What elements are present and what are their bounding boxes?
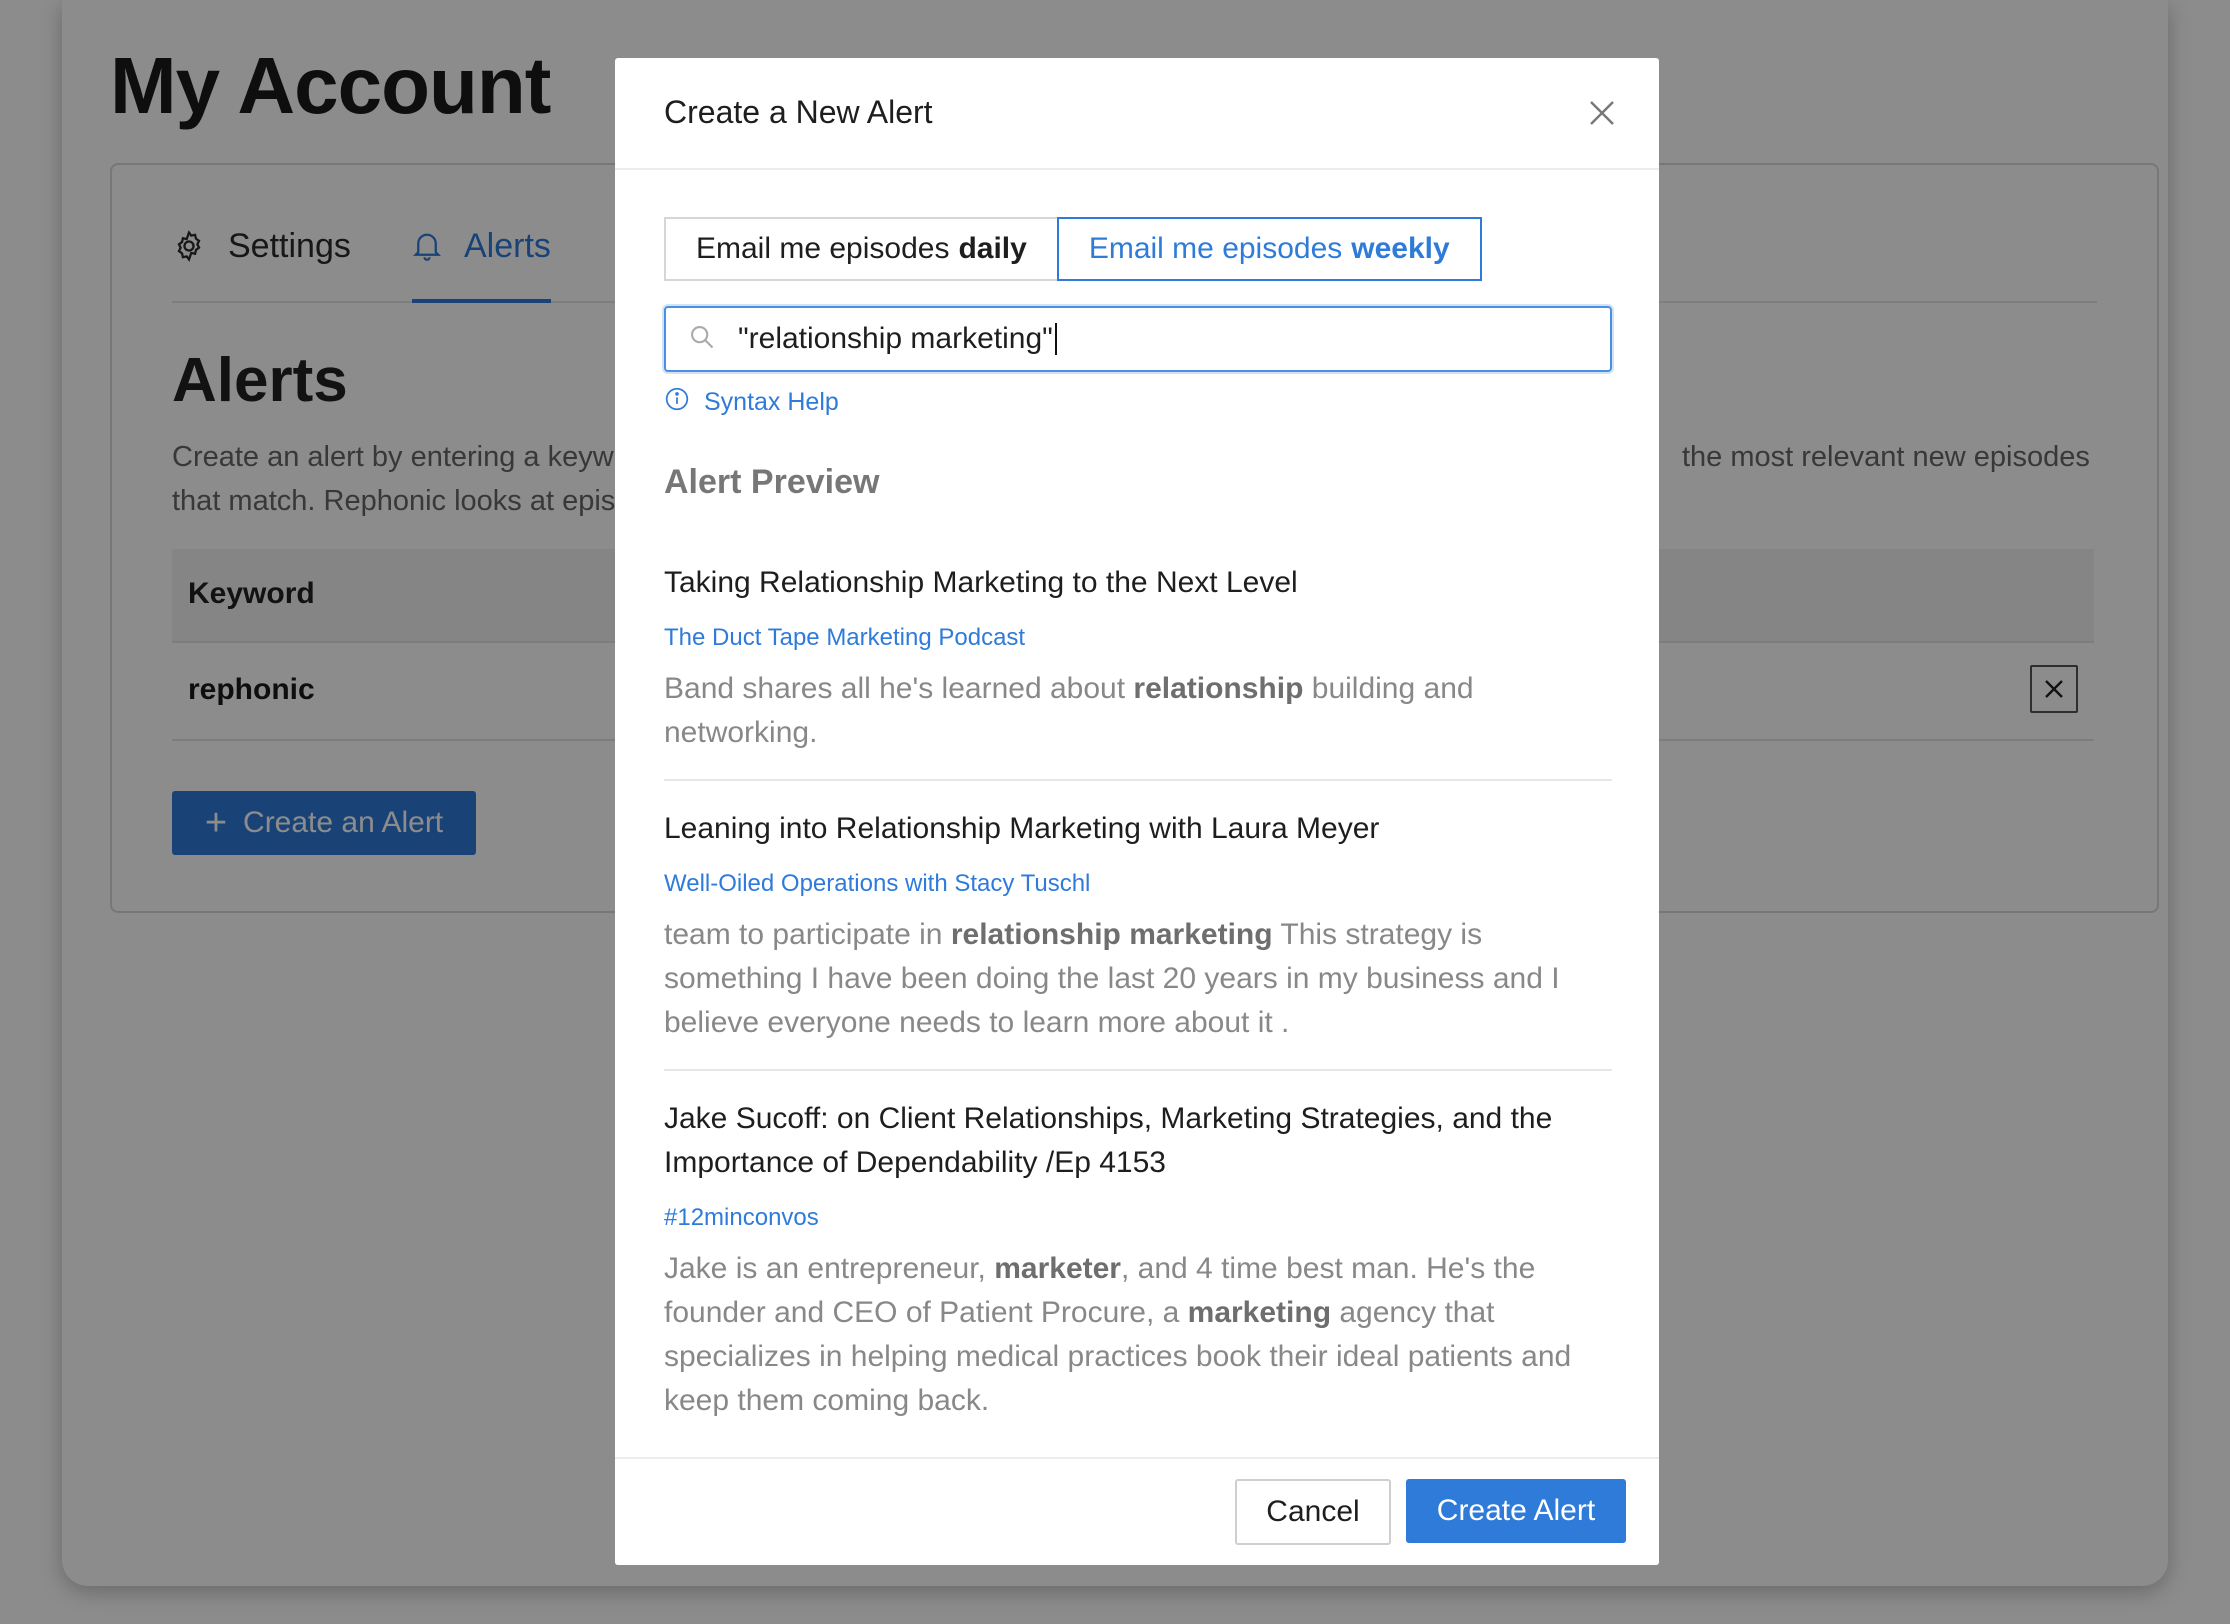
alerts-description-right: the most relevant new episodes <box>1682 441 2090 473</box>
episode-snippet: Jake is an entrepreneur, marketer, and 4… <box>664 1247 1612 1423</box>
snippet-highlight: marketer <box>994 1252 1121 1285</box>
daily-prefix: Email me episodes <box>696 232 950 265</box>
text-caret <box>1054 323 1057 355</box>
episode-snippet: team to participate in relationship mark… <box>664 913 1612 1045</box>
alerts-heading: Alerts <box>172 346 348 415</box>
delete-keyword-button[interactable] <box>2030 665 2078 713</box>
list-item[interactable]: Leaning into Relationship Marketing with… <box>664 807 1612 1071</box>
syntax-help-label: Syntax Help <box>704 388 839 416</box>
keyword-value: rephonic <box>188 673 315 706</box>
snippet-highlight: relationship <box>1133 672 1304 705</box>
modal-footer: Cancel Create Alert <box>615 1457 1659 1565</box>
create-alert-button[interactable]: Create Alert <box>1406 1479 1626 1543</box>
search-icon <box>688 323 716 356</box>
podcast-link[interactable]: Well-Oiled Operations with Stacy Tuschl <box>664 869 1612 899</box>
modal-header: Create a New Alert <box>615 58 1659 170</box>
page-title: My Account <box>110 41 551 130</box>
close-icon <box>2045 680 2063 698</box>
episode-title[interactable]: Leaning into Relationship Marketing with… <box>664 807 1612 851</box>
search-input[interactable]: "relationship marketing" <box>664 306 1612 372</box>
cancel-button[interactable]: Cancel <box>1235 1479 1391 1545</box>
snippet-text: team to participate in <box>664 918 951 951</box>
close-icon <box>1590 101 1614 125</box>
tab-alerts-label: Alerts <box>464 227 551 265</box>
create-an-alert-label: Create an Alert <box>243 806 444 839</box>
modal-title: Create a New Alert <box>664 94 933 130</box>
keyword-column-header: Keyword <box>188 577 315 610</box>
tab-settings[interactable]: Settings <box>172 227 351 301</box>
list-item[interactable]: Taking Relationship Marketing to the Nex… <box>664 561 1612 781</box>
syntax-help-link[interactable]: Syntax Help <box>664 386 839 419</box>
list-item[interactable]: Jake Sucoff: on Client Relationships, Ma… <box>664 1097 1612 1447</box>
frequency-daily-option[interactable]: Email me episodes daily <box>664 217 1057 281</box>
gear-icon <box>172 229 206 272</box>
preview-results-list: Taking Relationship Marketing to the Nex… <box>664 561 1612 1473</box>
bell-icon <box>412 229 442 272</box>
snippet-highlight: relationship marketing <box>950 918 1273 951</box>
weekly-prefix: Email me episodes <box>1088 232 1343 265</box>
snippet-text: Jake is an entrepreneur, <box>664 1252 995 1285</box>
plus-icon: + <box>204 802 228 844</box>
tab-settings-label: Settings <box>228 227 351 265</box>
episode-title[interactable]: Taking Relationship Marketing to the Nex… <box>664 561 1612 605</box>
podcast-link[interactable]: #12minconvos <box>664 1203 1612 1233</box>
alert-preview-title: Alert Preview <box>664 463 880 501</box>
search-value: "relationship marketing" <box>738 322 1053 355</box>
snippet-highlight: marketing <box>1187 1296 1332 1329</box>
episode-snippet: Band shares all he's learned about relat… <box>664 667 1612 755</box>
episode-title[interactable]: Jake Sucoff: on Client Relationships, Ma… <box>664 1097 1612 1185</box>
frequency-weekly-option[interactable]: Email me episodes weekly <box>1056 217 1482 281</box>
snippet-text: Band shares all he's learned about <box>664 672 1134 705</box>
podcast-link[interactable]: The Duct Tape Marketing Podcast <box>664 623 1612 653</box>
frequency-toggle: Email me episodes daily Email me episode… <box>664 217 1482 281</box>
info-icon <box>664 386 690 419</box>
create-alert-modal: Create a New Alert Email me episodes dai… <box>615 58 1659 1565</box>
tab-alerts[interactable]: Alerts <box>412 227 551 303</box>
create-an-alert-button[interactable]: + Create an Alert <box>172 791 476 855</box>
daily-strong: daily <box>958 232 1027 265</box>
weekly-strong: weekly <box>1351 232 1450 265</box>
close-modal-button[interactable] <box>1587 98 1617 128</box>
